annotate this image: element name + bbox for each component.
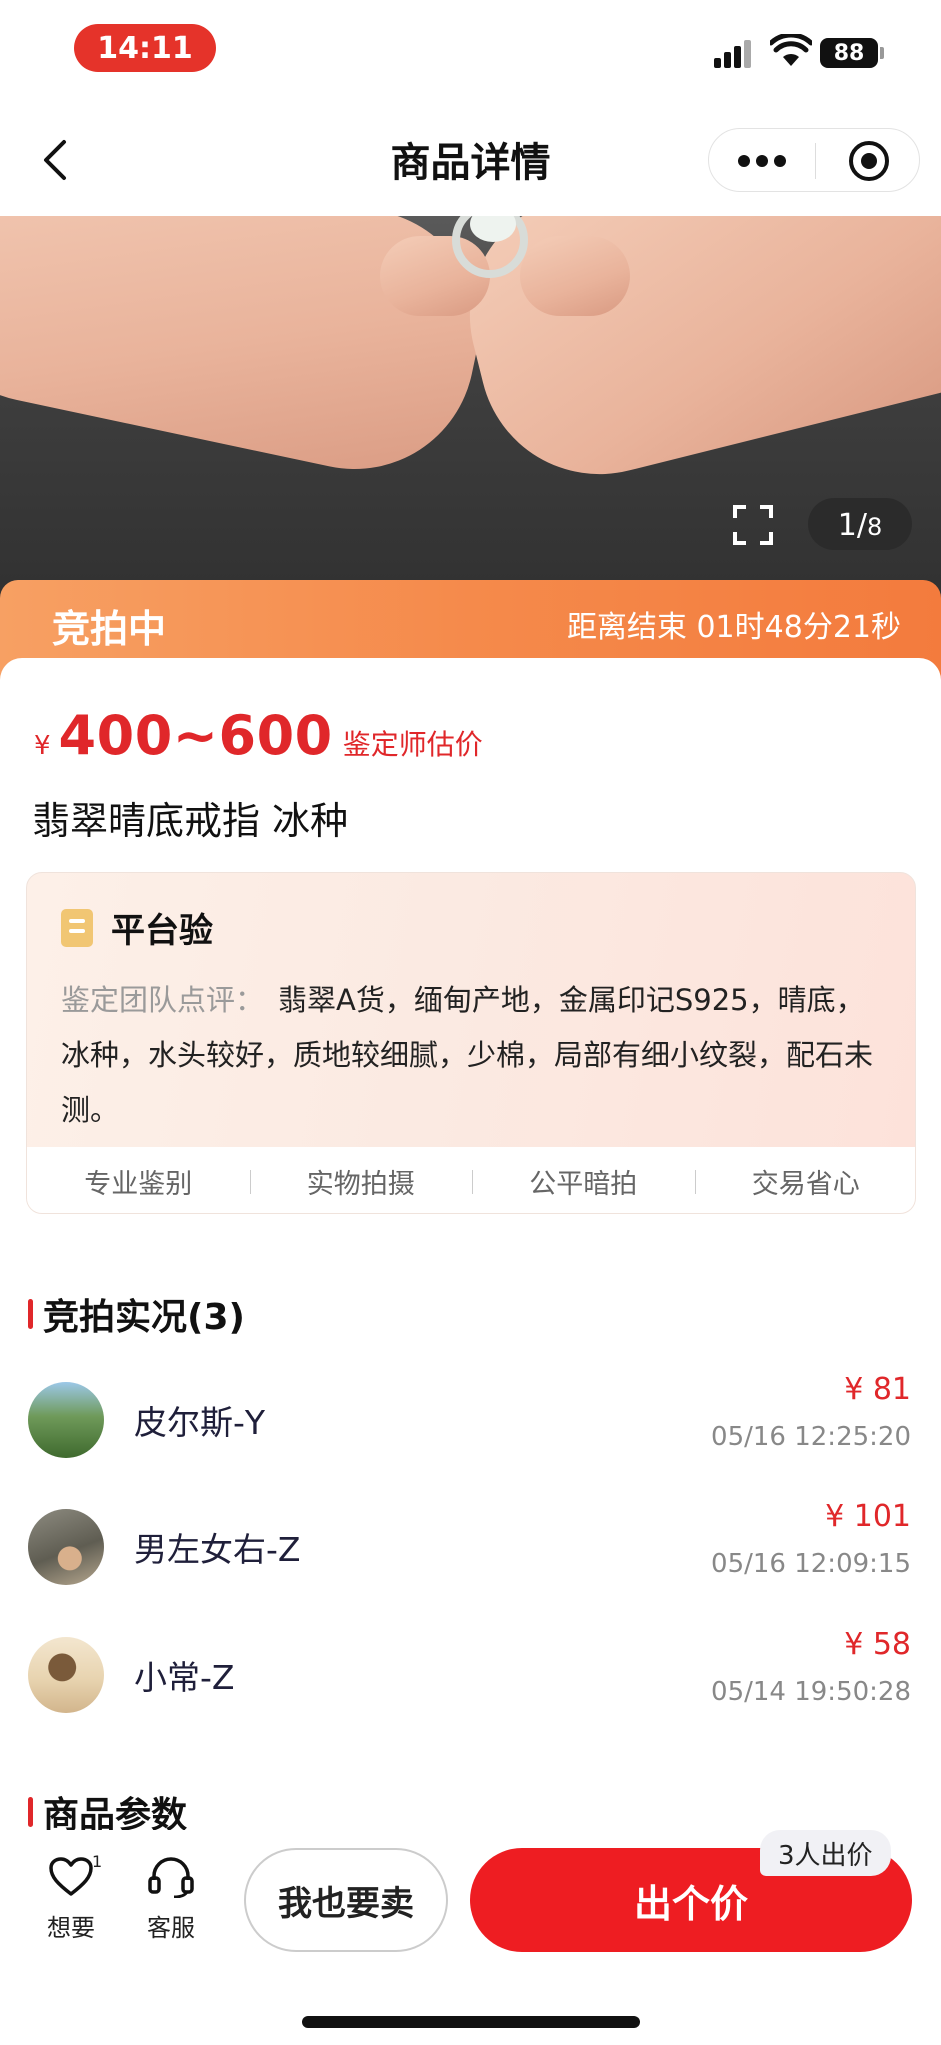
customer-service-button[interactable]: 客服 <box>136 1856 206 1943</box>
wifi-icon <box>770 34 812 66</box>
bidder-name: 男左女右-Z <box>134 1530 301 1569</box>
feature-professional-appraisal: 专业鉴别 <box>84 1168 193 1200</box>
bid-list-item: 小常-Z ¥ 58 05/14 19:50:28 <box>0 1627 941 1737</box>
target-circle-icon <box>848 141 889 181</box>
mini-program-capsule <box>708 128 920 192</box>
want-label: 想要 <box>47 1914 95 1942</box>
bid-list-item: 皮尔斯-Y ¥ 81 05/16 12:25:20 <box>0 1372 941 1482</box>
price-currency: ¥ <box>34 731 51 761</box>
bidder-name: 小常-Z <box>134 1658 235 1697</box>
avatar[interactable] <box>28 1637 104 1713</box>
image-page-current: 1/ <box>837 508 867 543</box>
image-page-total: 8 <box>866 513 883 541</box>
bids-section-title: 竞拍实况(3) <box>43 1297 245 1338</box>
product-image-carousel[interactable]: 1/ 8 <box>0 216 941 636</box>
verification-features: 专业鉴别 实物拍摄 公平暗拍 交易省心 <box>27 1147 916 1213</box>
more-dots-icon <box>738 155 786 167</box>
product-detail-card: ¥ 400~600 鉴定师估价 翡翠晴底戒指 冰种 平台验 鉴定团队点评： 翡翠A… <box>0 658 941 1838</box>
fullscreen-icon[interactable] <box>732 504 774 546</box>
section-accent-bar <box>28 1299 33 1329</box>
bid-amount: ¥ 58 <box>844 1627 911 1662</box>
status-time: 14:11 <box>74 24 216 72</box>
price-note: 鉴定师估价 <box>342 728 483 761</box>
battery-indicator: 88 <box>820 38 878 68</box>
heart-icon <box>49 1857 93 1896</box>
price-range: 400~600 <box>58 704 333 767</box>
bid-list-item: 男左女右-Z ¥ 101 05/16 12:09:15 <box>0 1499 941 1609</box>
sell-too-button[interactable]: 我也要卖 <box>244 1848 448 1952</box>
verification-header: 平台验 <box>61 903 213 952</box>
auction-countdown: 距离结束 01时48分21秒 <box>566 610 901 645</box>
certificate-icon <box>61 908 93 947</box>
auction-status: 竞拍中 <box>52 607 167 651</box>
appraisal-review: 鉴定团队点评： 翡翠A货，缅甸产地，金属印记S925，晴底，冰种，水头较好，质地较… <box>61 973 881 1138</box>
customer-service-label: 客服 <box>147 1914 195 1942</box>
section-accent-bar <box>28 1797 33 1827</box>
bids-section-header: 竞拍实况(3) <box>28 1288 245 1340</box>
cellular-signal-icon <box>714 38 754 68</box>
want-count-badge: 1 <box>92 1852 103 1871</box>
bidder-name: 皮尔斯-Y <box>134 1403 266 1442</box>
home-indicator[interactable] <box>302 2016 640 2028</box>
avatar[interactable] <box>28 1509 104 1585</box>
bottom-action-bar: 想要 1 客服 我也要卖 出个价 3人出价 <box>0 1830 941 2045</box>
more-button[interactable] <box>709 129 815 193</box>
nav-bar: 商品详情 <box>0 100 941 216</box>
verification-title: 平台验 <box>111 911 213 951</box>
feature-real-photos: 实物拍摄 <box>249 1162 473 1201</box>
price-row: ¥ 400~600 鉴定师估价 <box>34 704 483 767</box>
bid-time: 05/16 12:09:15 <box>711 1549 911 1579</box>
close-mini-program-button[interactable] <box>816 129 921 193</box>
headset-icon <box>148 1857 194 1899</box>
feature-sealed-bidding: 公平暗拍 <box>472 1162 695 1201</box>
bid-amount: ¥ 81 <box>844 1372 911 1407</box>
feature-worry-free-trade: 交易省心 <box>694 1162 916 1201</box>
bid-amount: ¥ 101 <box>825 1499 911 1534</box>
avatar[interactable] <box>28 1382 104 1458</box>
product-photo-right-thumb <box>520 236 630 316</box>
platform-verification-box: 平台验 鉴定团队点评： 翡翠A货，缅甸产地，金属印记S925，晴底，冰种，水头较好… <box>26 872 916 1214</box>
appraisal-review-label: 鉴定团队点评： <box>61 983 265 1017</box>
product-title: 翡翠晴底戒指 冰种 <box>32 799 349 843</box>
bid-time: 05/16 12:25:20 <box>711 1422 911 1452</box>
status-bar: 14:11 88 <box>0 0 941 100</box>
image-page-indicator: 1/ 8 <box>808 498 912 550</box>
bidders-count-tag: 3人出价 <box>760 1830 891 1876</box>
battery-cap <box>880 47 884 59</box>
bid-time: 05/14 19:50:28 <box>711 1677 911 1707</box>
